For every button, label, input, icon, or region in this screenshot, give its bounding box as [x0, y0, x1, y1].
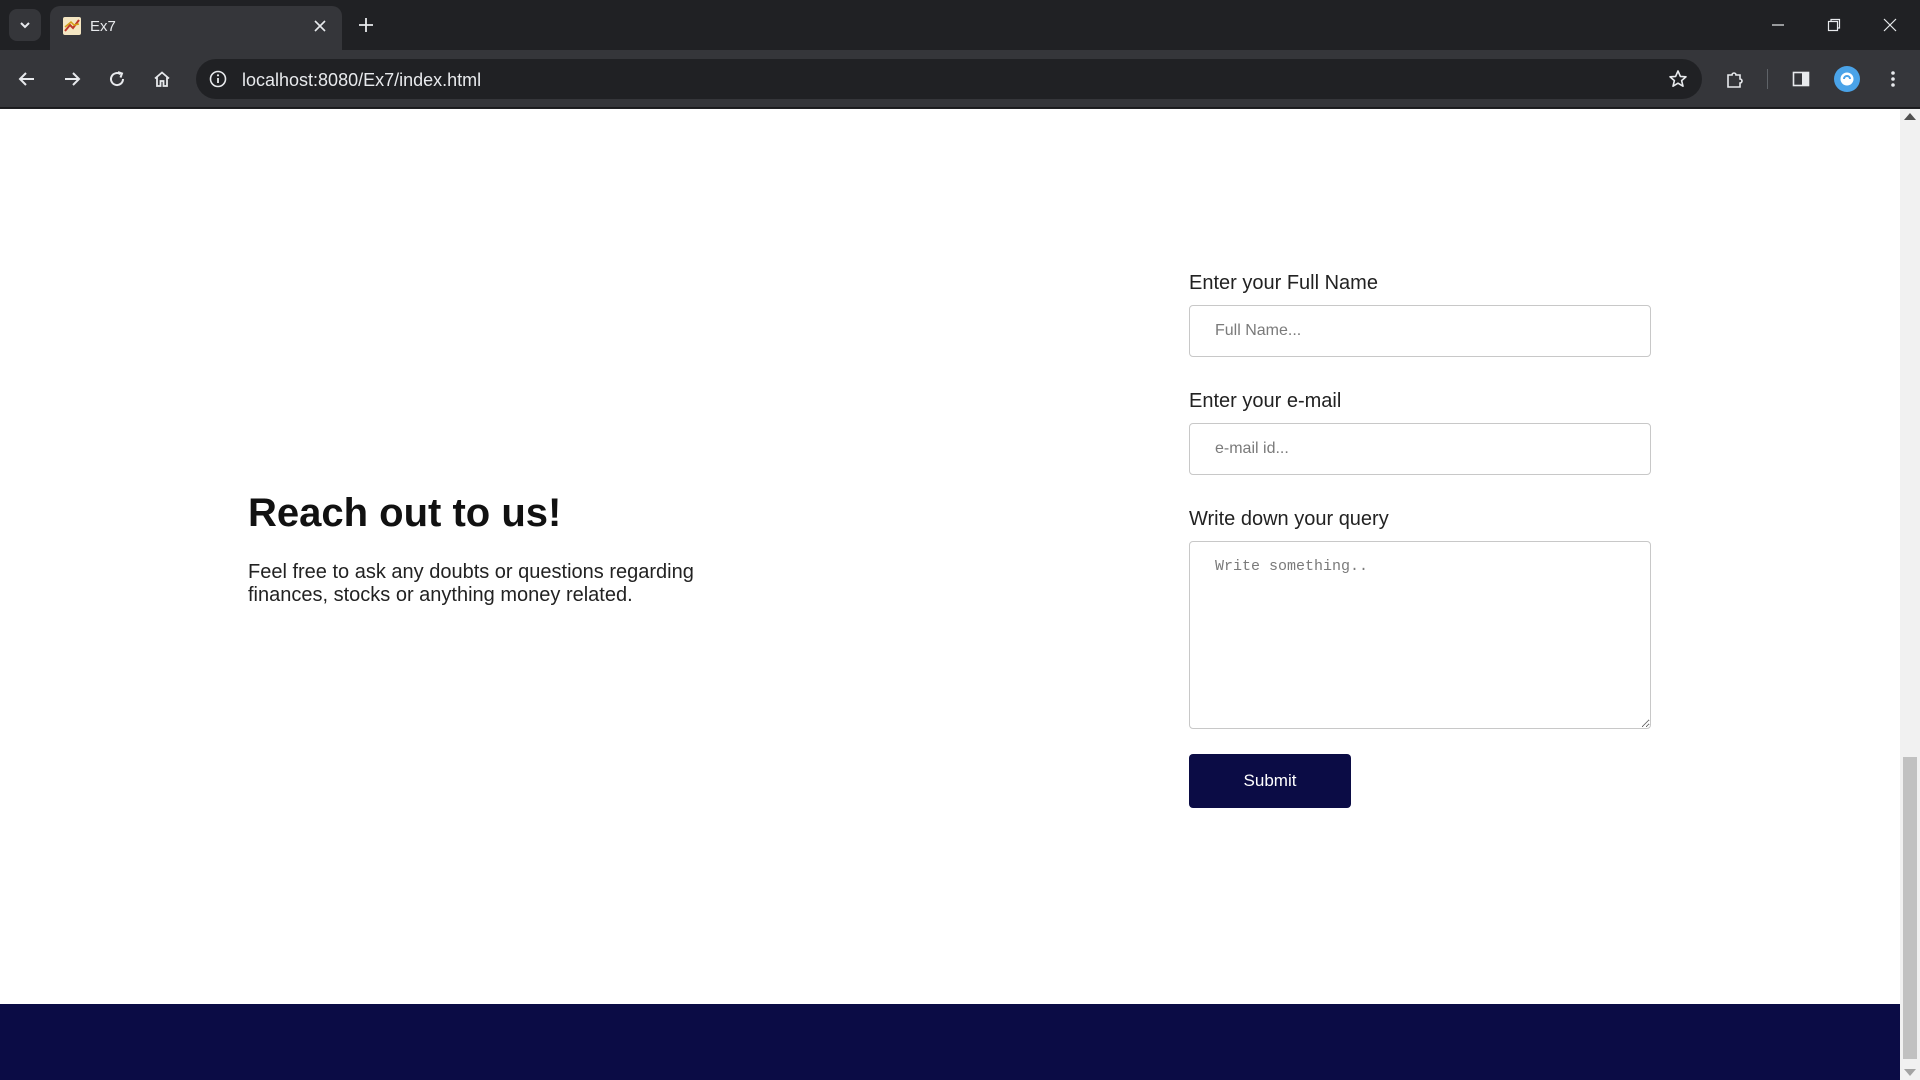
forward-button[interactable] [56, 63, 88, 95]
home-icon [154, 71, 170, 87]
contact-form: Enter your Full Name Enter your e-mail W… [1189, 271, 1651, 808]
email-input[interactable] [1189, 423, 1651, 475]
browser-tab[interactable]: Ex7 [50, 6, 342, 50]
reload-icon [110, 71, 125, 87]
puzzle-icon [1727, 72, 1743, 88]
kebab-menu-icon [1891, 71, 1895, 87]
query-textarea[interactable] [1189, 541, 1651, 729]
full-name-label: Enter your Full Name [1189, 272, 1378, 294]
page-viewport: Reach out to us! Feel free to ask any do… [0, 109, 1920, 1080]
contact-description: Feel free to ask any doubts or questions… [248, 561, 694, 606]
toolbar-divider [1767, 69, 1768, 89]
tab-search-button[interactable] [9, 9, 41, 41]
extensions-button[interactable] [1719, 63, 1751, 95]
reload-button[interactable] [101, 63, 133, 95]
profile-icon [1840, 72, 1854, 86]
favicon-icon [63, 17, 81, 35]
scroll-up-arrow[interactable] [1904, 113, 1916, 120]
side-panel-icon [1792, 71, 1810, 87]
arrow-right-icon [65, 72, 81, 86]
contact-intro: Reach out to us! Feel free to ask any do… [248, 489, 748, 607]
back-button[interactable] [11, 63, 43, 95]
home-button[interactable] [146, 63, 178, 95]
close-window-button[interactable] [1862, 0, 1918, 50]
chevron-down-icon [20, 22, 30, 29]
email-label: Enter your e-mail [1189, 390, 1342, 412]
url-text: localhost:8080/Ex7/index.html [242, 70, 482, 90]
plus-icon [359, 18, 373, 32]
profile-avatar[interactable] [1834, 66, 1860, 92]
bookmark-button[interactable] [1666, 67, 1690, 91]
close-icon [1883, 18, 1897, 32]
site-info-button[interactable] [206, 67, 230, 91]
close-tab-button[interactable] [310, 16, 330, 36]
info-icon [209, 70, 227, 88]
arrow-left-icon [18, 72, 34, 86]
minimize-button[interactable] [1750, 0, 1806, 50]
full-name-input[interactable] [1189, 305, 1651, 357]
browser-toolbar: localhost:8080/Ex7/index.html [0, 50, 1920, 108]
menu-button[interactable] [1877, 63, 1909, 95]
tab-title: Ex7 [90, 18, 116, 35]
submit-button[interactable]: Submit [1189, 754, 1351, 808]
scrollbar-thumb[interactable] [1903, 757, 1917, 1059]
close-icon [314, 20, 326, 32]
page-title: Reach out to us! [248, 491, 562, 535]
address-bar[interactable]: localhost:8080/Ex7/index.html [196, 59, 1702, 99]
restore-icon [1827, 18, 1841, 32]
query-label: Write down your query [1189, 508, 1389, 530]
scroll-down-arrow[interactable] [1904, 1069, 1916, 1076]
tab-strip: Ex7 [0, 0, 1920, 50]
restore-button[interactable] [1806, 0, 1862, 50]
minimize-icon [1772, 24, 1784, 26]
star-icon [1669, 70, 1687, 87]
footer [0, 1004, 1900, 1080]
new-tab-button[interactable] [352, 11, 380, 39]
side-panel-button[interactable] [1785, 63, 1817, 95]
scrollbar[interactable] [1900, 109, 1920, 1080]
